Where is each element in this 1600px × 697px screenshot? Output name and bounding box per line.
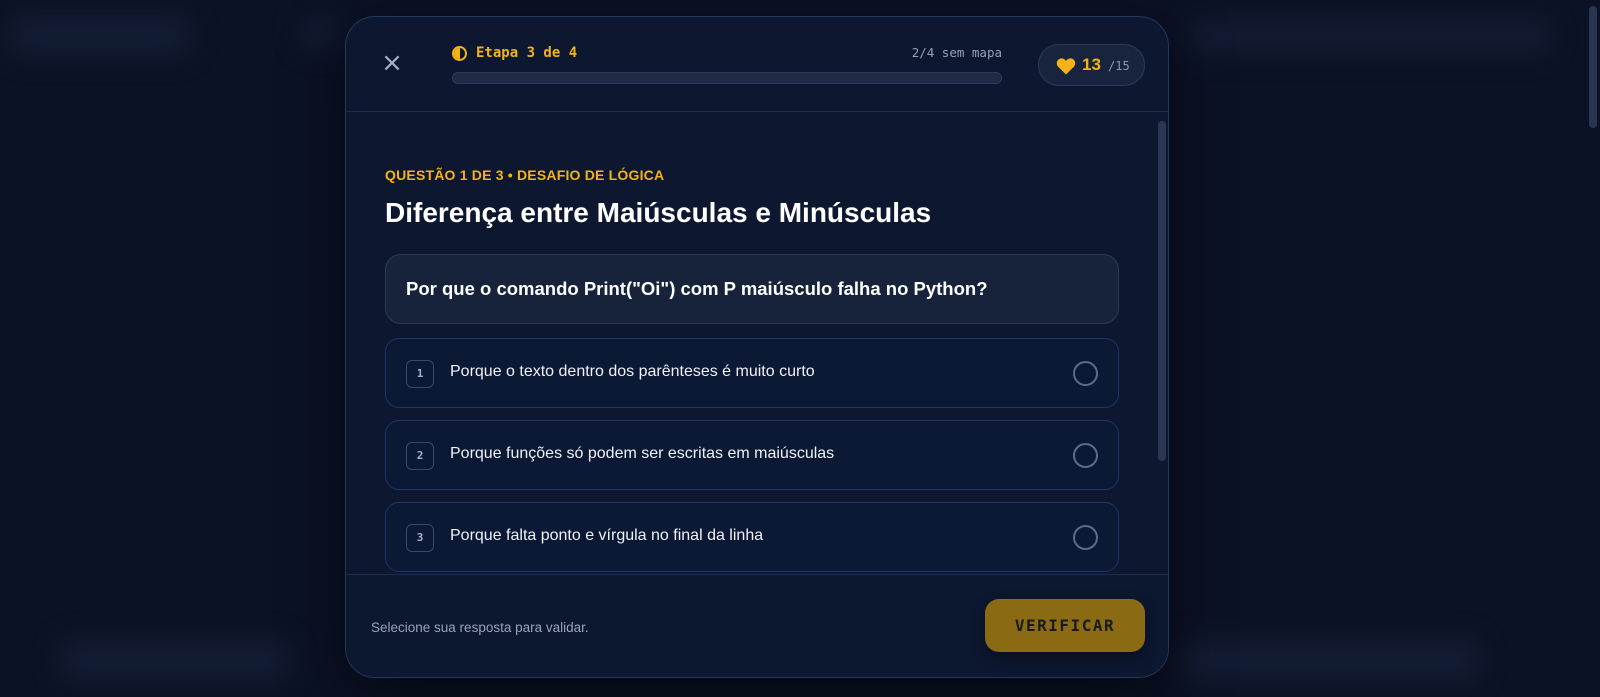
answer-option[interactable]: 2 Porque funções só podem ser escritas e… (385, 420, 1119, 490)
modal-scrollbar[interactable] (1156, 113, 1168, 573)
progress-bar (452, 72, 1002, 84)
scrollbar-thumb[interactable] (1158, 121, 1166, 461)
answer-option[interactable]: 3 Porque falta ponto e vírgula no final … (385, 502, 1119, 572)
hearts-badge: 13 /15 (1038, 44, 1145, 86)
radio-icon[interactable] (1073, 525, 1098, 550)
close-button[interactable]: × (381, 50, 403, 76)
verify-button[interactable]: VERIFICAR (985, 599, 1145, 652)
hearts-max: /15 (1108, 59, 1130, 73)
option-key: 3 (406, 524, 434, 552)
stage-map-label: 2/4 sem mapa (911, 45, 1002, 60)
backdrop-shape (60, 640, 290, 680)
modal-footer: Selecione sua resposta para validar. VER… (346, 574, 1168, 677)
option-text: Porque falta ponto e vírgula no final da… (450, 527, 764, 544)
backdrop-shape (10, 15, 190, 55)
option-text: Porque funções só podem ser escritas em … (450, 445, 835, 462)
question-title: Diferença entre Maiúsculas e Minúsculas (385, 197, 932, 228)
stage-row: Etapa 3 de 4 2/4 sem mapa (452, 45, 1002, 65)
question-prompt: Por que o comando Print("Oi") com P maiú… (406, 278, 988, 299)
close-icon: × (381, 48, 403, 78)
modal-header: × Etapa 3 de 4 2/4 sem mapa 13 /15 (346, 17, 1168, 112)
option-key: 1 (406, 360, 434, 388)
radio-icon[interactable] (1073, 361, 1098, 386)
option-key: 2 (406, 442, 434, 470)
modal-body: QUESTÃO 1 DE 3 • DESAFIO DE LÓGICA Difer… (346, 113, 1168, 573)
footer-hint: Selecione sua resposta para validar. (371, 620, 589, 635)
option-text: Porque o texto dentro dos parênteses é m… (450, 363, 815, 380)
answer-option[interactable]: 1 Porque o texto dentro dos parênteses é… (385, 338, 1119, 408)
question-kicker: QUESTÃO 1 DE 3 • DESAFIO DE LÓGICA (385, 167, 665, 183)
stage-label: Etapa 3 de 4 (476, 45, 578, 61)
heart-icon (1056, 58, 1076, 75)
question-prompt-box: Por que o comando Print("Oi") com P maiú… (385, 254, 1119, 324)
hearts-count: 13 (1082, 55, 1101, 74)
backdrop-shape (1190, 20, 1550, 52)
backdrop-shape (300, 18, 340, 48)
radio-icon[interactable] (1073, 443, 1098, 468)
backdrop-shape (1180, 640, 1480, 680)
page-scrollbar[interactable] (1589, 6, 1597, 128)
quiz-modal: × Etapa 3 de 4 2/4 sem mapa 13 /15 QUEST… (345, 16, 1169, 678)
half-circle-icon (452, 46, 467, 61)
